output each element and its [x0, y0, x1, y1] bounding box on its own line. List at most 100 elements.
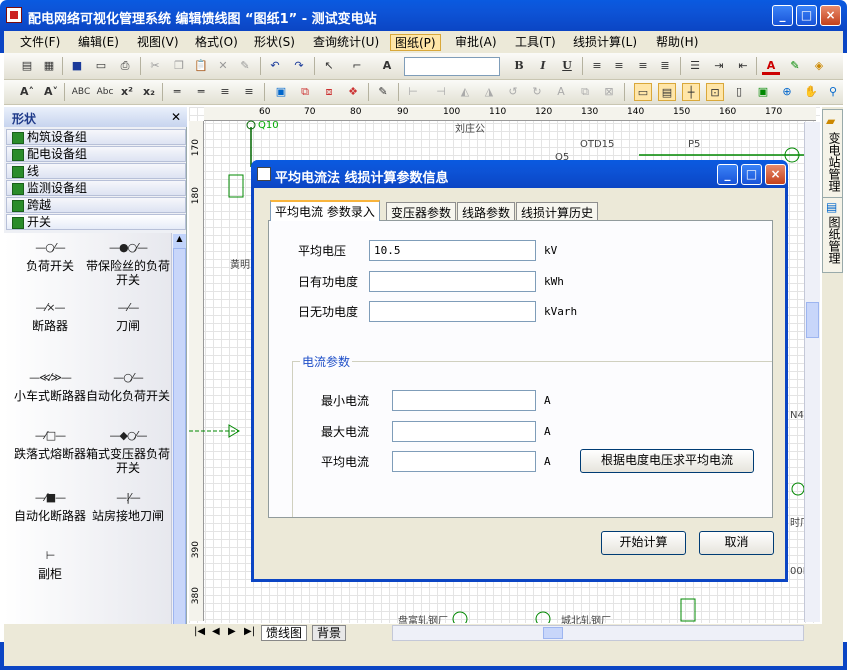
dialog-minimize-button[interactable]: _: [717, 164, 738, 185]
smallcaps-icon[interactable]: Abc: [94, 83, 116, 101]
delete-icon[interactable]: ✕: [214, 57, 232, 75]
italic-button[interactable]: I: [534, 57, 552, 75]
next-sheet-icon[interactable]: ▶: [228, 626, 236, 637]
menu-help[interactable]: 帮助(H): [652, 34, 702, 51]
send-back-icon[interactable]: ⧈: [320, 83, 338, 101]
sheet-tab-feeder[interactable]: 馈线图: [261, 625, 308, 641]
undo-icon[interactable]: ↶: [266, 57, 284, 75]
panel-close-icon[interactable]: ✕: [171, 110, 181, 124]
guide-icon[interactable]: ┼: [682, 83, 700, 101]
justify-icon[interactable]: ≣: [656, 57, 674, 75]
daily-active-energy-input[interactable]: [369, 271, 536, 292]
canvas-hscroll-thumb[interactable]: [543, 627, 563, 639]
minimize-button[interactable]: _: [772, 5, 793, 26]
last-sheet-icon[interactable]: ▶|: [244, 626, 255, 637]
avg-current-input[interactable]: [392, 451, 536, 472]
menu-query[interactable]: 查询统计(U): [309, 34, 383, 51]
grid-icon[interactable]: ▤: [658, 83, 676, 101]
category-distribution[interactable]: 配电设备组: [6, 146, 186, 162]
bold-button[interactable]: B: [510, 57, 528, 75]
menu-approve[interactable]: 审批(A): [451, 34, 501, 51]
pointer-icon[interactable]: ↖: [320, 57, 338, 75]
spacing-icon[interactable]: ≡: [240, 83, 258, 101]
lock-icon[interactable]: ⊠: [600, 83, 618, 101]
daily-reactive-energy-input[interactable]: [369, 301, 536, 322]
shape-breaker[interactable]: —⁄×— 断路器: [8, 301, 92, 333]
shape-fused-load-switch[interactable]: —●○⁄— 带保险丝的负荷开关: [86, 241, 170, 287]
dialog-maximize-button[interactable]: □: [741, 164, 762, 185]
first-sheet-icon[interactable]: |◀: [194, 626, 205, 637]
tab-avg-current-input[interactable]: 平均电流 参数录入: [270, 200, 380, 221]
print-icon[interactable]: ⎙: [116, 57, 134, 75]
shapes-scrollbar[interactable]: ▲ ▼: [171, 233, 186, 641]
format-painter-icon[interactable]: ✎: [236, 57, 254, 75]
flip-v-icon[interactable]: ◮: [480, 83, 498, 101]
text-rotate-icon[interactable]: A: [552, 83, 570, 101]
start-calculation-button[interactable]: 开始计算: [601, 531, 686, 555]
table-icon[interactable]: ▦: [40, 57, 58, 75]
shape-ground-switch[interactable]: —|⁄— 站房接地刀闸: [86, 491, 170, 523]
menu-edit[interactable]: 编辑(E): [74, 34, 123, 51]
drawing-manager-tab[interactable]: ▤ 图纸管理: [822, 197, 843, 273]
paste-icon[interactable]: 📋: [192, 57, 210, 75]
group-icon[interactable]: ❖: [344, 83, 362, 101]
flip-h-icon[interactable]: ◭: [456, 83, 474, 101]
shape-auto-load-switch[interactable]: —○⁄— 自动化负荷开关: [86, 371, 170, 403]
max-current-input[interactable]: [392, 421, 536, 442]
shape-load-switch[interactable]: —○⁄— 负荷开关: [8, 241, 92, 273]
canvas-hscroll[interactable]: [392, 625, 804, 641]
indent-icon[interactable]: ⇥: [710, 57, 728, 75]
category-lines[interactable]: 线: [6, 163, 186, 179]
maximize-button[interactable]: □: [796, 5, 817, 26]
shape-drop-fuse[interactable]: —⁄□— 跌落式熔断器: [8, 429, 92, 461]
uppercase-icon[interactable]: ABC: [70, 83, 92, 101]
fill-color-icon[interactable]: ◈: [810, 57, 828, 75]
shape-disconnector[interactable]: —⁄— 刀闸: [86, 301, 170, 333]
category-switches[interactable]: 开关: [6, 214, 186, 230]
underline-button[interactable]: U: [558, 57, 576, 75]
sheet-tab-background[interactable]: 背景: [312, 625, 347, 641]
cancel-button[interactable]: 取消: [699, 531, 774, 555]
note-icon[interactable]: ✎: [374, 83, 392, 101]
align-right-icon[interactable]: ≡: [634, 57, 652, 75]
shrink-font-icon[interactable]: A˅: [42, 83, 60, 101]
text-tool-icon[interactable]: A: [378, 57, 396, 75]
font-color-icon[interactable]: A: [762, 57, 780, 75]
scroll-thumb[interactable]: [173, 248, 186, 626]
menu-file[interactable]: 文件(F): [16, 34, 64, 51]
copy-icon[interactable]: ❐: [170, 57, 188, 75]
hline-icon[interactable]: ▭: [634, 83, 652, 101]
menu-drawing[interactable]: 图纸(P): [390, 34, 441, 51]
compute-avg-current-button[interactable]: 根据电度电压求平均电流: [580, 449, 754, 473]
bring-front-icon[interactable]: ⧉: [296, 83, 314, 101]
grow-font-icon[interactable]: A˄: [18, 83, 36, 101]
canvas-vscroll[interactable]: [804, 122, 820, 622]
snap-icon[interactable]: ⊡: [706, 83, 724, 101]
rotate-left-icon[interactable]: ↺: [504, 83, 522, 101]
close-button[interactable]: ×: [820, 5, 841, 26]
prev-sheet-icon[interactable]: ◀: [212, 626, 220, 637]
duplicate-icon[interactable]: ⧉: [576, 83, 594, 101]
canvas-vscroll-thumb[interactable]: [806, 302, 819, 338]
layer-icon[interactable]: ▣: [754, 83, 772, 101]
dialog-close-button[interactable]: ×: [765, 164, 786, 185]
save-icon[interactable]: ■: [68, 57, 86, 75]
scroll-up-icon[interactable]: ▲: [173, 234, 186, 248]
shape-sub-cabinet[interactable]: ⊢ 副柜: [8, 549, 92, 581]
rotate-right-icon[interactable]: ↻: [528, 83, 546, 101]
font-size-input[interactable]: [404, 57, 500, 76]
page-icon[interactable]: ▯: [730, 83, 748, 101]
zoom-icon[interactable]: ⊕: [778, 83, 796, 101]
align-center-icon[interactable]: ≡: [610, 57, 628, 75]
line-pattern-icon[interactable]: ═: [192, 83, 210, 101]
cut-icon[interactable]: ✂: [146, 57, 164, 75]
menu-format[interactable]: 格式(O): [191, 34, 242, 51]
avg-voltage-input[interactable]: 10.5: [369, 240, 536, 261]
tab-transformer-params[interactable]: 变压器参数: [386, 202, 457, 220]
line-color-icon[interactable]: ✎: [786, 57, 804, 75]
menu-view[interactable]: 视图(V): [133, 34, 183, 51]
menu-shape[interactable]: 形状(S): [250, 34, 299, 51]
subscript-icon[interactable]: x₂: [140, 83, 158, 101]
min-current-input[interactable]: [392, 390, 536, 411]
menu-line-loss[interactable]: 线损计算(L): [569, 34, 641, 51]
